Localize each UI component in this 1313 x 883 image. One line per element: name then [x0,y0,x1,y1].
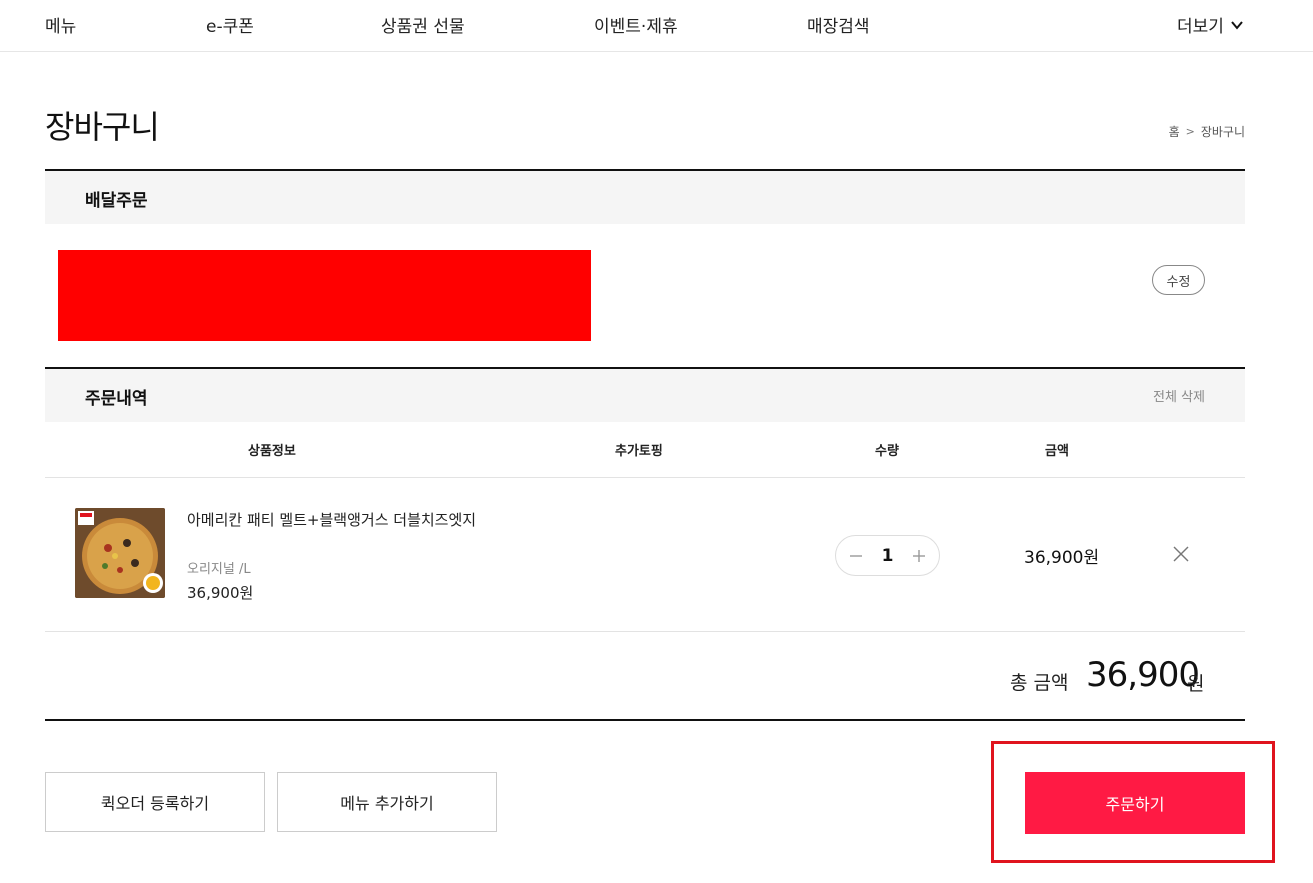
add-menu-button[interactable]: 메뉴 추가하기 [277,772,497,832]
column-header-product: 상품정보 [248,444,296,459]
redacted-address [58,250,591,341]
nav-item-menu[interactable]: 메뉴 [45,12,76,37]
nav-item-events[interactable]: 이벤트·제휴 [594,12,678,37]
product-thumbnail [75,508,165,598]
delivery-section-title: 배달주문 [85,191,148,211]
column-header-quantity: 수량 [875,444,899,459]
page-title: 장바구니 [45,108,160,146]
plus-icon [913,549,925,562]
breadcrumb-home[interactable]: 홈 [1169,123,1180,140]
increase-quantity-button[interactable] [911,548,927,564]
item-amount: 36,900원 [1024,548,1100,568]
column-header-toppings: 추가토핑 [615,444,663,459]
edit-address-button[interactable]: 수정 [1152,265,1205,295]
decrease-quantity-button[interactable] [848,548,864,564]
nav-item-store-search[interactable]: 매장검색 [807,12,870,37]
product-option: 오리지널 /L [187,562,251,577]
breadcrumb-current: 장바구니 [1200,125,1245,139]
quick-order-register-button[interactable]: 퀵오더 등록하기 [45,772,265,832]
nav-item-ecoupon[interactable]: e-쿠폰 [206,12,254,37]
divider [45,719,1245,721]
column-header-amount: 금액 [1045,444,1069,459]
remove-item-button[interactable] [1172,545,1190,563]
product-unit-price: 36,900원 [187,584,254,602]
total-label: 총 금액 [1010,672,1069,694]
order-section-header: 주문내역 전체 삭제 [45,367,1245,422]
total-amount: 36,900 [1086,655,1200,695]
order-section-title: 주문내역 [85,389,148,409]
quantity-stepper: 1 [835,535,940,576]
product-name: 아메리칸 패티 멜트+블랙앵거스 더블치즈엣지 [187,511,477,529]
chevron-down-icon [1231,20,1243,30]
nav-item-gift-card[interactable]: 상품권 선물 [381,12,465,37]
chevron-right-icon: > [1185,125,1195,138]
divider [45,631,1245,632]
close-icon [1173,546,1189,562]
divider [45,477,1245,478]
nav-more-label: 더보기 [1177,17,1224,37]
breadcrumb: 홈 > 장바구니 [1169,123,1245,140]
total-currency-unit: 원 [1187,673,1205,695]
nav-more-button[interactable]: 더보기 [1177,12,1244,37]
quantity-value: 1 [881,545,894,566]
delivery-section-header: 배달주문 [45,169,1245,224]
top-navigation: 메뉴 e-쿠폰 상품권 선물 이벤트·제휴 매장검색 더보기 [0,0,1313,52]
order-button[interactable]: 주문하기 [1025,772,1245,834]
clear-all-button[interactable]: 전체 삭제 [1153,386,1205,405]
minus-icon [850,554,862,557]
